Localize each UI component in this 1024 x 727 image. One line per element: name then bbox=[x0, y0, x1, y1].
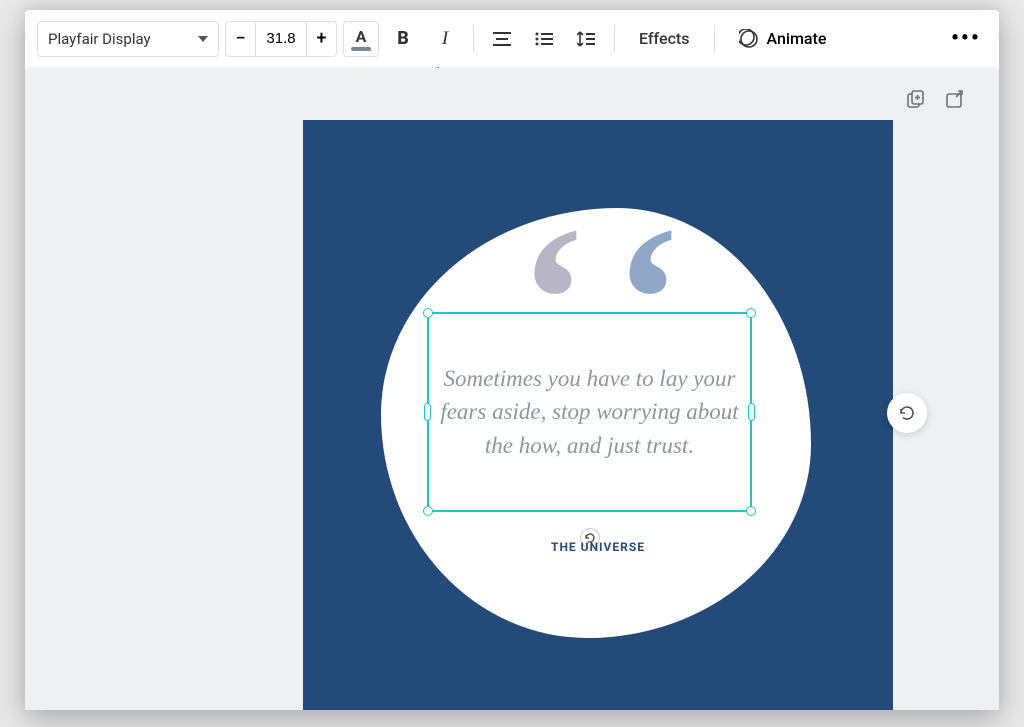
alignment-button[interactable] bbox=[484, 21, 520, 57]
chevron-down-icon bbox=[198, 36, 208, 42]
canvas-area[interactable]: ‘ ‘ Sometimes you have to lay your fears… bbox=[25, 68, 999, 710]
font-size-input[interactable] bbox=[255, 21, 307, 57]
animate-button[interactable]: Animate bbox=[725, 29, 841, 49]
font-family-select[interactable]: Playfair Display bbox=[37, 21, 219, 57]
line-spacing-icon bbox=[577, 31, 595, 47]
italic-button[interactable]: I bbox=[427, 21, 463, 57]
divider bbox=[714, 25, 715, 53]
resize-handle-bottom-right[interactable] bbox=[746, 506, 756, 516]
resize-handle-top-right[interactable] bbox=[746, 308, 756, 318]
decrease-size-button[interactable]: − bbox=[225, 21, 255, 57]
font-name-label: Playfair Display bbox=[48, 30, 151, 48]
spacing-button[interactable] bbox=[568, 21, 604, 57]
duplicate-page-button[interactable] bbox=[905, 88, 927, 110]
increase-size-button[interactable]: + bbox=[307, 21, 337, 57]
more-options-button[interactable]: ••• bbox=[951, 26, 987, 51]
quote-text[interactable]: Sometimes you have to lay your fears asi… bbox=[429, 362, 750, 462]
animate-label: Animate bbox=[767, 29, 827, 48]
font-size-stepper: − + bbox=[225, 21, 337, 57]
list-button[interactable] bbox=[526, 21, 562, 57]
text-color-button[interactable]: A bbox=[343, 21, 379, 57]
text-color-swatch bbox=[351, 47, 371, 51]
design-canvas[interactable]: ‘ ‘ Sometimes you have to lay your fears… bbox=[303, 120, 893, 710]
canvas-actions bbox=[905, 88, 965, 110]
export-page-button[interactable] bbox=[943, 88, 965, 110]
divider bbox=[473, 25, 474, 53]
text-color-glyph: A bbox=[356, 27, 367, 46]
text-toolbar: Playfair Display − + A B I bbox=[25, 10, 999, 68]
reset-icon bbox=[898, 404, 916, 422]
effects-button[interactable]: Effects bbox=[625, 21, 704, 57]
selected-text-box[interactable]: Sometimes you have to lay your fears asi… bbox=[427, 312, 752, 512]
bold-button[interactable]: B bbox=[385, 21, 421, 57]
floating-reset-button[interactable] bbox=[887, 393, 927, 433]
resize-handle-right[interactable] bbox=[748, 403, 755, 421]
animate-icon bbox=[739, 29, 759, 49]
attribution-text[interactable]: THE UNIVERSE bbox=[303, 540, 893, 554]
editor-window: Playfair Display − + A B I bbox=[25, 10, 999, 710]
duplicate-icon bbox=[907, 90, 925, 108]
divider bbox=[614, 25, 615, 53]
align-center-icon bbox=[493, 32, 511, 46]
bullet-list-icon bbox=[535, 32, 553, 46]
resize-handle-left[interactable] bbox=[424, 403, 431, 421]
resize-handle-top-left[interactable] bbox=[423, 308, 433, 318]
export-icon bbox=[945, 90, 963, 108]
resize-handle-bottom-left[interactable] bbox=[423, 506, 433, 516]
